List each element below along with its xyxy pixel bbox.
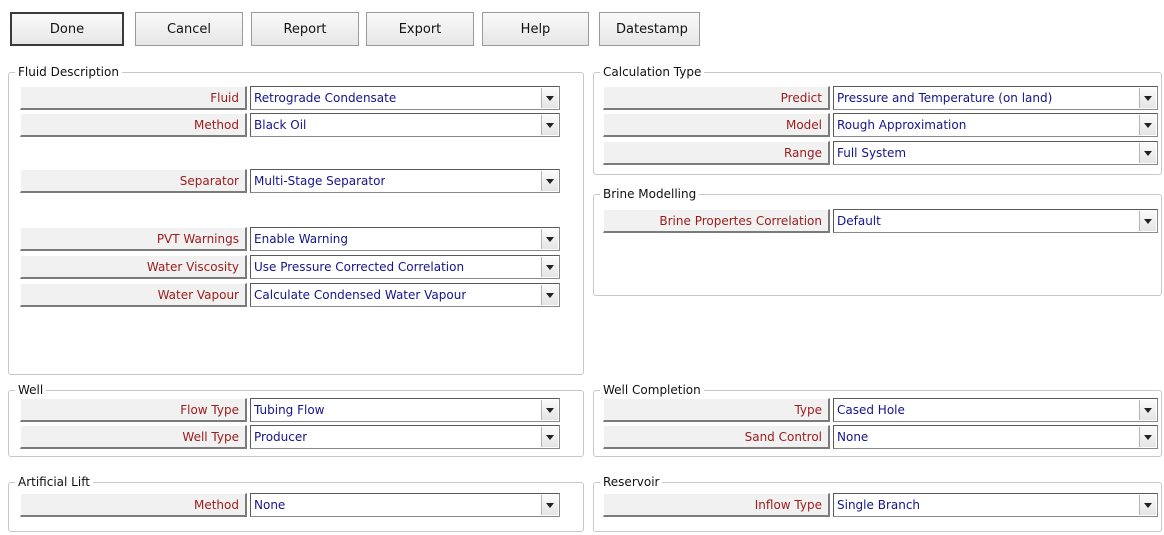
water-vapour-label: Water Vapour	[20, 283, 247, 307]
water-vapour-value: Calculate Condensed Water Vapour	[254, 288, 467, 302]
chevron-down-icon[interactable]	[1139, 88, 1156, 108]
artificial-lift-title: Artificial Lift	[15, 474, 93, 490]
well-type-label: Well Type	[20, 425, 247, 449]
fluid-value: Retrograde Condensate	[254, 91, 397, 105]
flow-type-value: Tubing Flow	[254, 403, 325, 417]
cancel-button[interactable]: Cancel	[135, 12, 243, 46]
separator-label: Separator	[20, 169, 247, 193]
chevron-down-icon[interactable]	[1139, 495, 1156, 515]
well-completion-title: Well Completion	[600, 382, 704, 398]
water-vapour-row: Water Vapour Calculate Condensed Water V…	[20, 283, 560, 307]
chevron-down-icon[interactable]	[1139, 211, 1156, 231]
brine-correlation-select[interactable]: Default	[833, 209, 1158, 233]
range-label: Range	[603, 141, 830, 165]
flow-type-label: Flow Type	[20, 398, 247, 422]
well-type-value: Producer	[254, 430, 308, 444]
brine-modelling-title: Brine Modelling	[600, 186, 700, 202]
predict-select[interactable]: Pressure and Temperature (on land)	[833, 86, 1158, 110]
chevron-down-icon[interactable]	[541, 427, 558, 447]
chevron-down-icon[interactable]	[1139, 115, 1156, 135]
chevron-down-icon[interactable]	[541, 257, 558, 277]
chevron-down-icon[interactable]	[541, 285, 558, 305]
report-button[interactable]: Report	[251, 12, 359, 46]
water-viscosity-value: Use Pressure Corrected Correlation	[254, 260, 465, 274]
flow-type-row: Flow Type Tubing Flow	[20, 398, 560, 422]
model-label: Model	[603, 113, 830, 137]
datestamp-button[interactable]: Datestamp	[599, 12, 700, 46]
toolbar: Done Cancel Report Export Help Datestamp	[0, 0, 1164, 50]
chevron-down-icon[interactable]	[541, 88, 558, 108]
completion-type-value: Cased Hole	[837, 403, 905, 417]
pvt-warnings-row: PVT Warnings Enable Warning	[20, 227, 560, 251]
method-row: Method Black Oil	[20, 113, 560, 137]
completion-type-label: Type	[603, 398, 830, 422]
method-label: Method	[20, 113, 247, 137]
chevron-down-icon[interactable]	[1139, 427, 1156, 447]
inflow-type-row: Inflow Type Single Branch	[603, 493, 1158, 517]
inflow-type-select[interactable]: Single Branch	[833, 493, 1158, 517]
brine-correlation-label: Brine Propertes Correlation	[603, 209, 830, 233]
fluid-row: Fluid Retrograde Condensate	[20, 86, 560, 110]
well-type-row: Well Type Producer	[20, 425, 560, 449]
sand-control-value: None	[837, 430, 869, 444]
inflow-type-value: Single Branch	[837, 498, 921, 512]
water-vapour-select[interactable]: Calculate Condensed Water Vapour	[250, 283, 560, 307]
sand-control-row: Sand Control None	[603, 425, 1158, 449]
reservoir-title: Reservoir	[600, 474, 663, 490]
water-viscosity-row: Water Viscosity Use Pressure Corrected C…	[20, 255, 560, 279]
completion-type-select[interactable]: Cased Hole	[833, 398, 1158, 422]
lift-method-label: Method	[20, 493, 247, 517]
inflow-type-label: Inflow Type	[603, 493, 830, 517]
done-button[interactable]: Done	[10, 12, 124, 46]
separator-row: Separator Multi-Stage Separator	[20, 169, 560, 193]
model-row: Model Rough Approximation	[603, 113, 1158, 137]
predict-label: Predict	[603, 86, 830, 110]
model-value: Rough Approximation	[837, 118, 967, 132]
well-type-select[interactable]: Producer	[250, 425, 560, 449]
method-select[interactable]: Black Oil	[250, 113, 560, 137]
completion-type-row: Type Cased Hole	[603, 398, 1158, 422]
separator-select[interactable]: Multi-Stage Separator	[250, 169, 560, 193]
chevron-down-icon[interactable]	[1139, 143, 1156, 163]
fluid-label: Fluid	[20, 86, 247, 110]
pvt-warnings-value: Enable Warning	[254, 232, 349, 246]
chevron-down-icon[interactable]	[1139, 400, 1156, 420]
export-button[interactable]: Export	[366, 12, 474, 46]
chevron-down-icon[interactable]	[541, 115, 558, 135]
water-viscosity-label: Water Viscosity	[20, 255, 247, 279]
predict-value: Pressure and Temperature (on land)	[837, 91, 1053, 105]
pvt-warnings-label: PVT Warnings	[20, 227, 247, 251]
predict-row: Predict Pressure and Temperature (on lan…	[603, 86, 1158, 110]
lift-method-row: Method None	[20, 493, 560, 517]
fluid-select[interactable]: Retrograde Condensate	[250, 86, 560, 110]
help-button[interactable]: Help	[482, 12, 589, 46]
brine-correlation-row: Brine Propertes Correlation Default	[603, 209, 1158, 233]
lift-method-select[interactable]: None	[250, 493, 560, 517]
range-row: Range Full System	[603, 141, 1158, 165]
chevron-down-icon[interactable]	[541, 171, 558, 191]
calculation-type-title: Calculation Type	[600, 64, 705, 80]
flow-type-select[interactable]: Tubing Flow	[250, 398, 560, 422]
chevron-down-icon[interactable]	[541, 400, 558, 420]
lift-method-value: None	[254, 498, 286, 512]
separator-value: Multi-Stage Separator	[254, 174, 386, 188]
model-select[interactable]: Rough Approximation	[833, 113, 1158, 137]
sand-control-select[interactable]: None	[833, 425, 1158, 449]
fluid-description-title: Fluid Description	[15, 64, 122, 80]
chevron-down-icon[interactable]	[541, 495, 558, 515]
water-viscosity-select[interactable]: Use Pressure Corrected Correlation	[250, 255, 560, 279]
well-title: Well	[15, 382, 47, 398]
range-select[interactable]: Full System	[833, 141, 1158, 165]
range-value: Full System	[837, 146, 907, 160]
pvt-warnings-select[interactable]: Enable Warning	[250, 227, 560, 251]
chevron-down-icon[interactable]	[541, 229, 558, 249]
sand-control-label: Sand Control	[603, 425, 830, 449]
method-value: Black Oil	[254, 118, 307, 132]
brine-correlation-value: Default	[837, 214, 881, 228]
